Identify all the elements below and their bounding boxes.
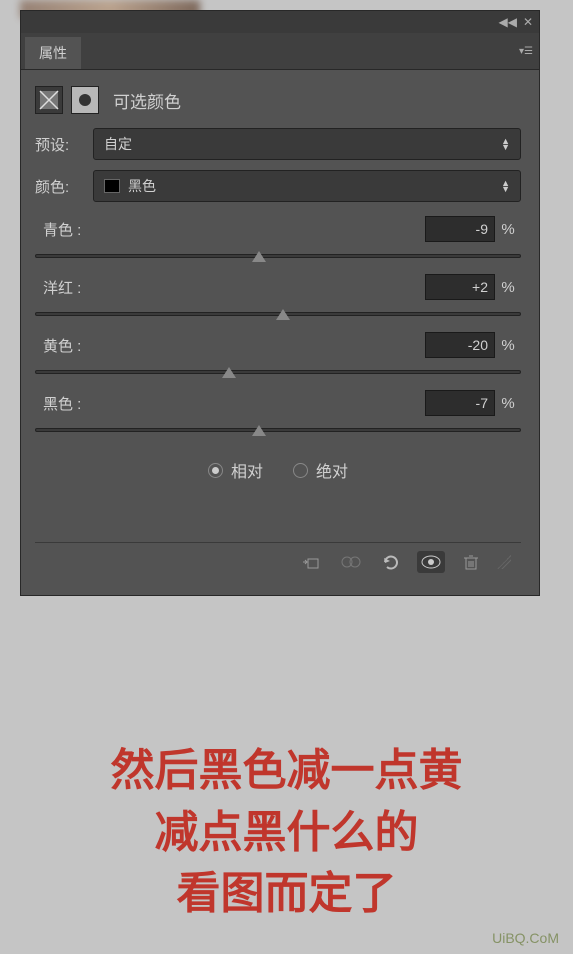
reset-button[interactable] bbox=[377, 551, 405, 573]
adjustment-title: 可选颜色 bbox=[113, 88, 181, 113]
preset-label: 预设: bbox=[35, 134, 85, 155]
resize-grip-icon[interactable] bbox=[497, 555, 511, 569]
percent-label: % bbox=[495, 337, 521, 354]
collapse-icon[interactable]: ◀◀ bbox=[498, 15, 516, 29]
slider-thumb[interactable] bbox=[252, 251, 266, 262]
radio-icon bbox=[208, 463, 223, 478]
tab-properties[interactable]: 属性 bbox=[25, 37, 81, 69]
annotation-line: 减点黑什么的 bbox=[20, 802, 553, 864]
slider-thumb[interactable] bbox=[252, 425, 266, 436]
slider-group: 黑色 : % bbox=[35, 386, 521, 438]
properties-panel: ◀◀ ✕ 属性 ▾☰ 可选颜色 预设: 自定 ▲▼ 颜色: 黑色 bbox=[20, 10, 540, 596]
radio-relative[interactable]: 相对 bbox=[208, 458, 263, 482]
radio-absolute[interactable]: 绝对 bbox=[293, 458, 348, 482]
selective-color-icon[interactable] bbox=[35, 86, 63, 114]
close-icon[interactable]: ✕ bbox=[523, 15, 533, 29]
radio-relative-label: 相对 bbox=[231, 458, 263, 482]
preset-select[interactable]: 自定 ▲▼ bbox=[93, 128, 521, 160]
color-select[interactable]: 黑色 ▲▼ bbox=[93, 170, 521, 202]
watermark: UiBQ.CoM bbox=[492, 930, 559, 946]
slider-label: 黄色 : bbox=[35, 335, 425, 356]
dropdown-arrows-icon: ▲▼ bbox=[501, 180, 510, 192]
method-radio-group: 相对 绝对 bbox=[35, 444, 521, 502]
tab-header: 属性 ▾☰ bbox=[21, 33, 539, 70]
slider-thumb[interactable] bbox=[222, 367, 236, 378]
percent-label: % bbox=[495, 221, 521, 238]
slider-label: 青色 : bbox=[35, 219, 425, 240]
radio-absolute-label: 绝对 bbox=[316, 458, 348, 482]
slider-track[interactable] bbox=[35, 248, 521, 264]
slider-group: 黄色 : % bbox=[35, 328, 521, 380]
slider-value-input[interactable] bbox=[425, 332, 495, 358]
slider-track[interactable] bbox=[35, 422, 521, 438]
toggle-visibility-button[interactable] bbox=[417, 551, 445, 573]
panel-titlebar: ◀◀ ✕ bbox=[21, 11, 539, 33]
slider-label: 黑色 : bbox=[35, 393, 425, 414]
dropdown-arrows-icon: ▲▼ bbox=[501, 138, 510, 150]
slider-group: 洋红 : % bbox=[35, 270, 521, 322]
clip-to-layer-button[interactable] bbox=[297, 551, 325, 573]
percent-label: % bbox=[495, 279, 521, 296]
view-previous-button[interactable] bbox=[337, 551, 365, 573]
preset-value: 自定 bbox=[104, 134, 132, 154]
panel-footer bbox=[35, 542, 521, 581]
color-swatch bbox=[104, 179, 120, 193]
slider-track[interactable] bbox=[35, 306, 521, 322]
panel-content: 可选颜色 预设: 自定 ▲▼ 颜色: 黑色 ▲▼ 青色 : % bbox=[21, 70, 539, 595]
handwritten-annotation: 然后黑色减一点黄 减点黑什么的 看图而定了 bbox=[0, 740, 573, 925]
slider-label: 洋红 : bbox=[35, 277, 425, 298]
annotation-line: 然后黑色减一点黄 bbox=[20, 740, 553, 802]
radio-icon bbox=[293, 463, 308, 478]
slider-thumb[interactable] bbox=[276, 309, 290, 320]
percent-label: % bbox=[495, 395, 521, 412]
slider-value-input[interactable] bbox=[425, 216, 495, 242]
panel-menu-icon[interactable]: ▾☰ bbox=[519, 46, 533, 57]
color-value: 黑色 bbox=[128, 176, 156, 196]
delete-button[interactable] bbox=[457, 551, 485, 573]
color-row: 颜色: 黑色 ▲▼ bbox=[35, 170, 521, 202]
color-label: 颜色: bbox=[35, 176, 85, 197]
mask-icon[interactable] bbox=[71, 86, 99, 114]
slider-track[interactable] bbox=[35, 364, 521, 380]
slider-value-input[interactable] bbox=[425, 390, 495, 416]
preset-row: 预设: 自定 ▲▼ bbox=[35, 128, 521, 160]
slider-group: 青色 : % bbox=[35, 212, 521, 264]
adjustment-header: 可选颜色 bbox=[35, 80, 521, 128]
annotation-line: 看图而定了 bbox=[20, 863, 553, 925]
slider-value-input[interactable] bbox=[425, 274, 495, 300]
